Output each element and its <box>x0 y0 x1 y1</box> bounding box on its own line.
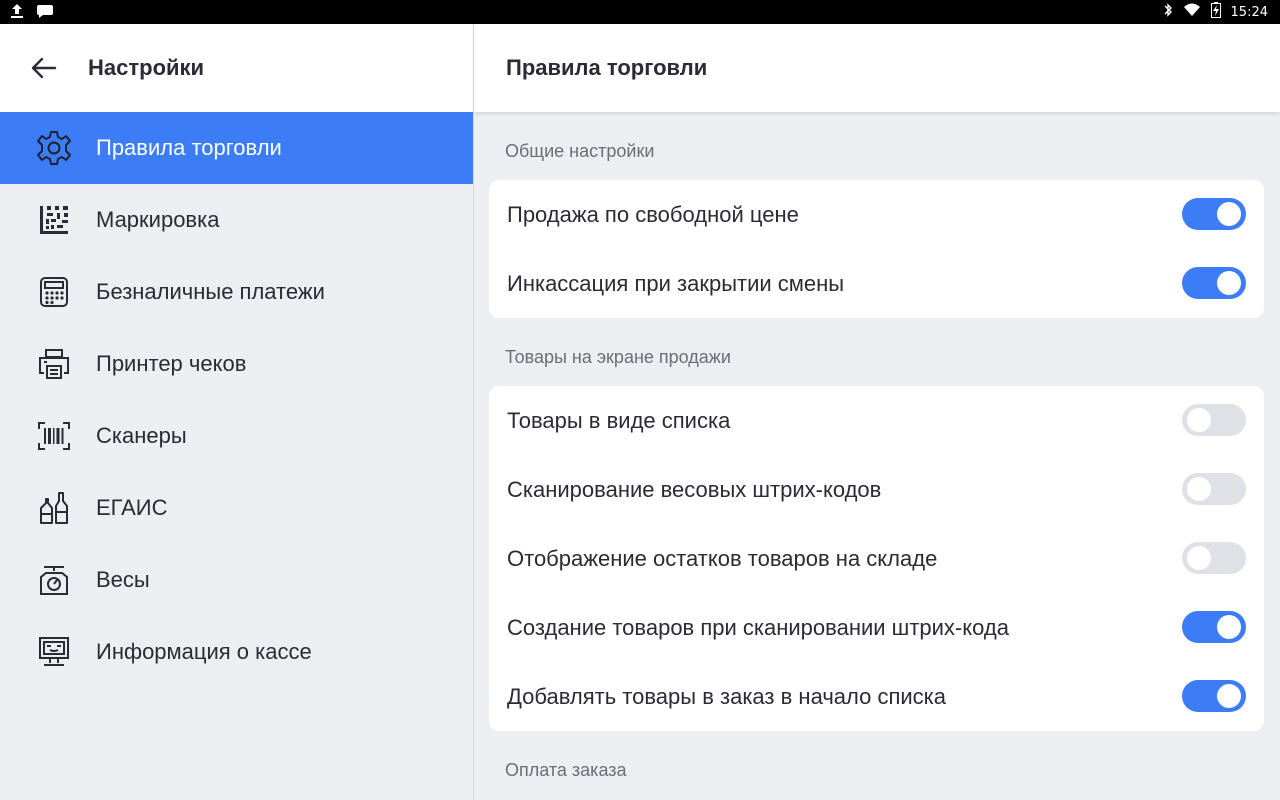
sidebar-item-scales[interactable]: Весы <box>0 544 473 616</box>
collection-on-close-toggle[interactable] <box>1182 267 1246 299</box>
toggle-knob <box>1217 615 1241 639</box>
barcode-scanner-icon <box>34 417 74 455</box>
setting-label: Добавлять товары в заказ в начало списка <box>507 684 946 709</box>
sidebar-title: Настройки <box>88 55 205 80</box>
sidebar-header: Настройки <box>0 24 473 112</box>
scales-icon <box>34 561 74 599</box>
settings-card-goods: Товары в виде списка Сканирование весовы… <box>489 386 1264 731</box>
settings-sidebar: Настройки Правила торговли Маркировка Бе… <box>0 24 473 800</box>
pos-terminal-icon <box>34 633 74 671</box>
setting-row[interactable]: Товары в виде списка <box>489 386 1264 455</box>
stock-display-toggle[interactable] <box>1182 542 1246 574</box>
section-title-goods-on-sale-screen: Товары на экране продажи <box>505 347 731 367</box>
setting-row[interactable]: Отображение остатков товаров на складе <box>489 524 1264 593</box>
sidebar-item-cash-register-info[interactable]: Информация о кассе <box>0 616 473 688</box>
sidebar-item-scanners[interactable]: Сканеры <box>0 400 473 472</box>
datamatrix-icon <box>34 201 74 239</box>
settings-nav: Правила торговли Маркировка Безналичные … <box>0 112 473 688</box>
setting-label: Отображение остатков товаров на складе <box>507 546 938 571</box>
setting-row[interactable]: Создание товаров при сканировании штрих-… <box>489 593 1264 662</box>
sidebar-item-label: Сканеры <box>96 423 187 448</box>
wifi-icon <box>1183 2 1201 23</box>
setting-label: Продажа по свободной цене <box>507 202 799 227</box>
setting-row[interactable]: Инкассация при закрытии смены <box>489 249 1264 318</box>
arrow-left-icon <box>31 57 57 79</box>
bottles-icon <box>34 489 74 527</box>
printer-icon <box>34 345 74 383</box>
gear-icon <box>34 129 74 167</box>
page-title: Правила торговли <box>506 55 708 80</box>
setting-label: Товары в виде списка <box>507 408 731 433</box>
free-price-toggle[interactable] <box>1182 198 1246 230</box>
sidebar-item-label: Информация о кассе <box>96 639 312 664</box>
setting-row[interactable]: Добавлять товары в заказ в начало списка <box>489 662 1264 731</box>
sidebar-item-label: Весы <box>96 567 150 592</box>
sidebar-item-label: Принтер чеков <box>96 351 247 376</box>
sidebar-item-receipt-printer[interactable]: Принтер чеков <box>0 328 473 400</box>
toggle-knob <box>1187 477 1211 501</box>
back-button[interactable] <box>24 50 64 86</box>
clock: 15:24 <box>1230 4 1268 20</box>
sidebar-item-label: Правила торговли <box>96 135 282 160</box>
add-to-top-toggle[interactable] <box>1182 680 1246 712</box>
setting-label: Инкассация при закрытии смены <box>507 271 845 296</box>
toggle-knob <box>1187 408 1211 432</box>
payment-terminal-icon <box>34 273 74 311</box>
sidebar-item-trade-rules[interactable]: Правила торговли <box>0 112 473 184</box>
toggle-knob <box>1217 684 1241 708</box>
toggle-knob <box>1217 271 1241 295</box>
settings-card-general: Продажа по свободной цене Инкассация при… <box>489 180 1264 318</box>
goods-as-list-toggle[interactable] <box>1182 404 1246 436</box>
message-icon <box>36 3 54 24</box>
setting-row[interactable]: Продажа по свободной цене <box>489 180 1264 249</box>
upload-icon <box>10 3 24 24</box>
setting-label: Сканирование весовых штрих-кодов <box>507 477 882 502</box>
status-bar: 15:24 <box>0 0 1280 24</box>
weight-barcodes-toggle[interactable] <box>1182 473 1246 505</box>
section-title-general: Общие настройки <box>505 141 655 161</box>
sidebar-item-label: ЕГАИС <box>96 495 168 520</box>
settings-content: Правила торговли Общие настройки Продажа… <box>474 24 1280 800</box>
setting-label: Создание товаров при сканировании штрих-… <box>507 615 1009 640</box>
sidebar-item-cashless-payments[interactable]: Безналичные платежи <box>0 256 473 328</box>
setting-row[interactable]: Сканирование весовых штрих-кодов <box>489 455 1264 524</box>
toggle-knob <box>1217 202 1241 226</box>
bluetooth-icon <box>1163 2 1173 23</box>
toggle-knob <box>1187 546 1211 570</box>
create-on-scan-toggle[interactable] <box>1182 611 1246 643</box>
sidebar-item-label: Безналичные платежи <box>96 279 325 304</box>
content-header: Правила торговли <box>474 24 1280 112</box>
battery-charging-icon <box>1210 1 1221 23</box>
sidebar-item-egais[interactable]: ЕГАИС <box>0 472 473 544</box>
sidebar-item-marking[interactable]: Маркировка <box>0 184 473 256</box>
section-title-order-payment: Оплата заказа <box>505 760 627 780</box>
sidebar-item-label: Маркировка <box>96 207 220 232</box>
